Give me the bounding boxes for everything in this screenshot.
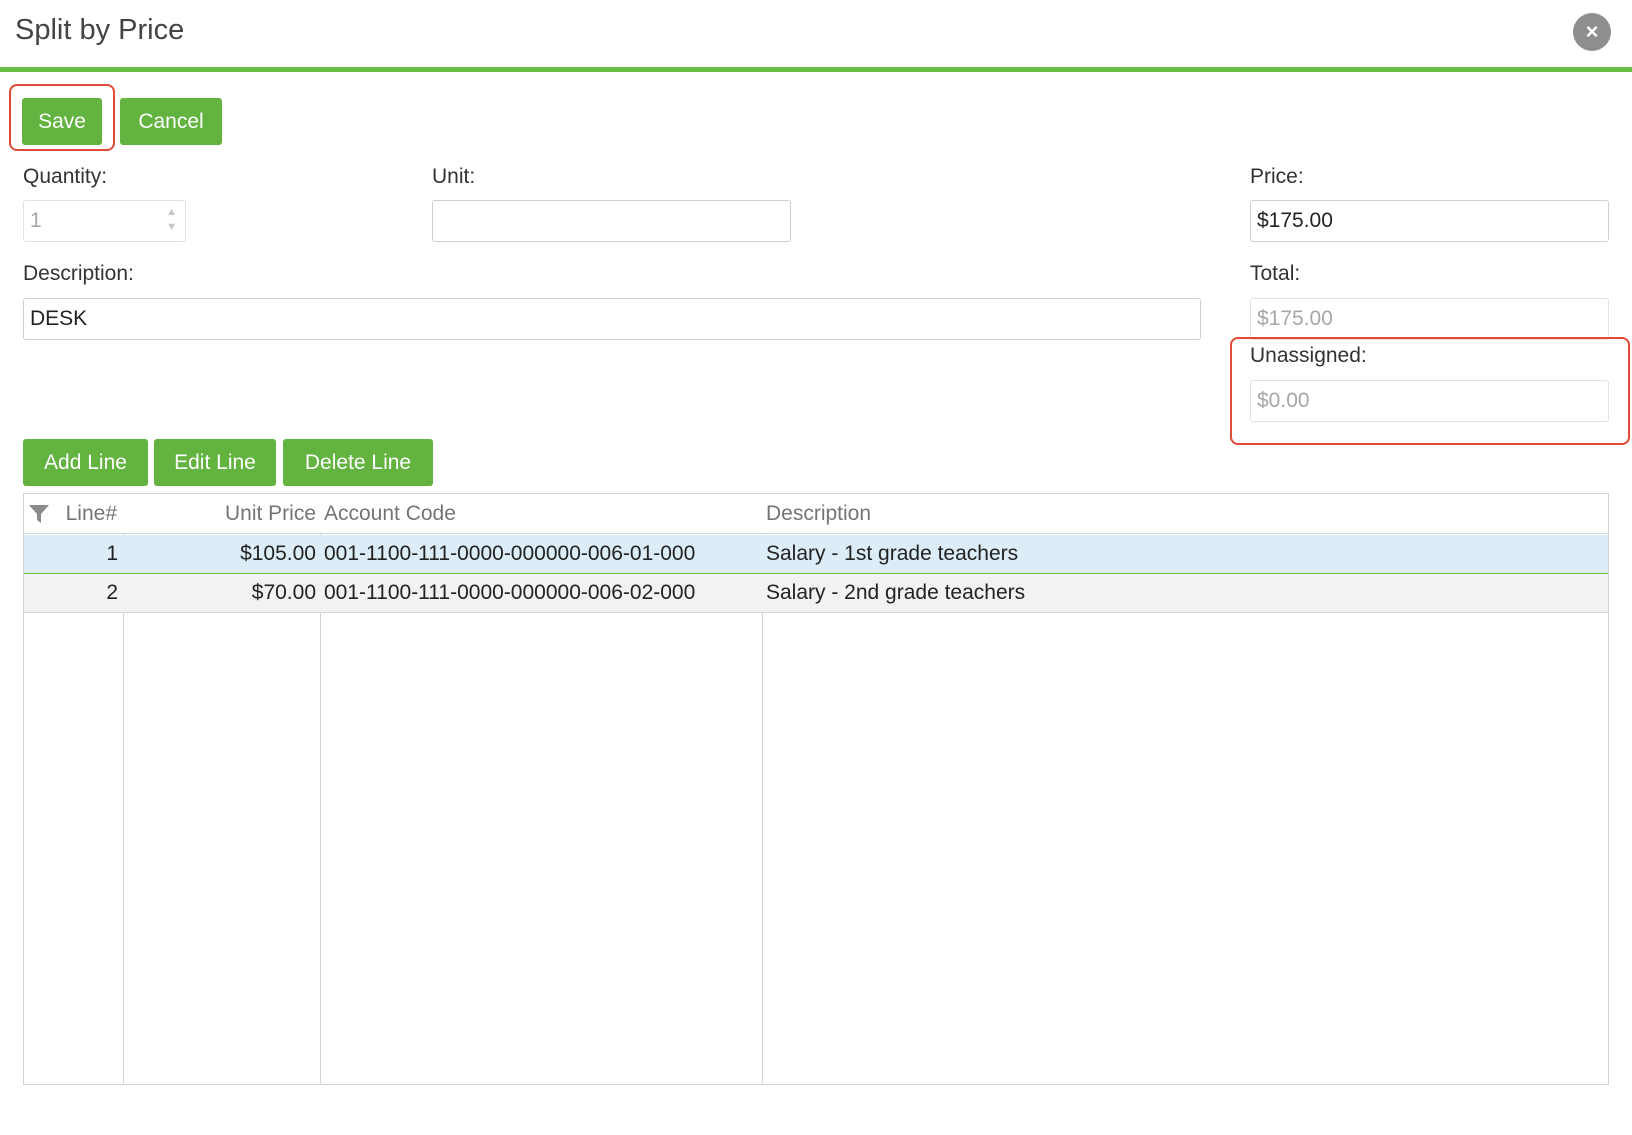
unit-label: Unit: — [432, 165, 476, 188]
quantity-label: Quantity: — [23, 165, 108, 188]
table-row[interactable]: 2 $70.00 001-1100-111-0000-000000-006-02… — [24, 574, 1608, 613]
column-header-unit-price[interactable]: Unit Price — [124, 494, 316, 534]
description-label: Description: — [23, 262, 134, 285]
cancel-button[interactable]: Cancel — [120, 98, 222, 145]
dialog-header: Split by Price × — [0, 0, 1632, 66]
close-icon[interactable]: × — [1573, 13, 1611, 51]
dialog-title: Split by Price — [15, 14, 185, 46]
price-input[interactable]: $175.00 — [1250, 200, 1609, 242]
unit-input[interactable] — [432, 200, 791, 242]
quantity-value: 1 — [30, 209, 42, 232]
split-lines-grid: Line# Unit Price Account Code Descriptio… — [23, 493, 1609, 1085]
filter-icon[interactable] — [28, 494, 52, 534]
total-field: $175.00 — [1250, 298, 1609, 340]
cell-unit-price: $70.00 — [251, 581, 316, 604]
delete-line-button[interactable]: Delete Line — [283, 439, 433, 486]
save-button[interactable]: Save — [22, 98, 102, 145]
column-header-account-code[interactable]: Account Code — [324, 494, 754, 534]
cell-line: 2 — [106, 581, 118, 604]
description-input[interactable]: DESK — [23, 298, 1201, 340]
table-row[interactable]: 1 $105.00 001-1100-111-0000-000000-006-0… — [24, 535, 1608, 574]
unassigned-label: Unassigned: — [1250, 344, 1367, 367]
column-header-description[interactable]: Description — [766, 494, 1596, 534]
edit-line-button[interactable]: Edit Line — [154, 439, 276, 486]
cell-account-code: 001-1100-111-0000-000000-006-01-000 — [324, 542, 696, 565]
cell-unit-price: $105.00 — [240, 542, 316, 565]
cell-line: 1 — [106, 542, 118, 565]
stepper-arrows-icon[interactable]: ▲ ▼ — [166, 205, 177, 235]
column-header-line[interactable]: Line# — [54, 494, 117, 534]
cell-description: Salary - 1st grade teachers — [766, 542, 1019, 565]
cell-description: Salary - 2nd grade teachers — [766, 581, 1026, 604]
total-label: Total: — [1250, 262, 1301, 285]
price-label: Price: — [1250, 165, 1304, 188]
quantity-stepper[interactable]: 1 ▲ ▼ — [23, 200, 186, 242]
add-line-button[interactable]: Add Line — [23, 439, 148, 486]
cell-account-code: 001-1100-111-0000-000000-006-02-000 — [324, 581, 696, 604]
unassigned-field: $0.00 — [1250, 380, 1609, 422]
grid-header: Line# Unit Price Account Code Descriptio… — [24, 494, 1608, 534]
header-divider — [0, 67, 1632, 72]
